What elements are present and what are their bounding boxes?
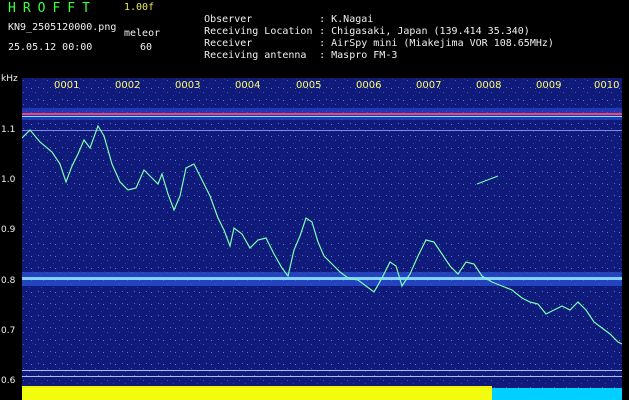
- x-tick-label: 0004: [235, 80, 261, 91]
- spectrogram-svg: [22, 78, 622, 400]
- lower-reference-line-2: [22, 376, 622, 377]
- top-carrier-band: [22, 108, 622, 120]
- x-tick-label: 0009: [536, 80, 562, 91]
- info-row-antenna: Receiving antenna: Maspro FM-3: [204, 50, 398, 61]
- bottom-yellow-strip: [22, 386, 492, 400]
- x-tick-label: 0003: [175, 80, 201, 91]
- unit-value: 60: [140, 42, 153, 53]
- info-label: Receiving antenna: [204, 50, 307, 61]
- filename-label: KN9_2505120000.png: [8, 22, 117, 33]
- x-tick-label: 0002: [115, 80, 141, 91]
- x-tick-label: 0010: [594, 80, 620, 91]
- datetime-label: 25.05.12 00:00: [8, 42, 93, 53]
- frequency-axis: kHz 1.1 1.0 0.9 0.8 0.7 0.6: [0, 74, 22, 400]
- spectrogram-plot[interactable]: [22, 78, 622, 400]
- y-axis-unit: kHz: [1, 74, 18, 84]
- x-tick-label: 0001: [54, 80, 80, 91]
- y-tick-label: 1.0: [1, 175, 16, 185]
- mid-band: [22, 272, 622, 286]
- y-tick-label: 0.6: [1, 376, 16, 386]
- x-tick-label: 0007: [416, 80, 442, 91]
- x-tick-label: 0006: [356, 80, 382, 91]
- version-label: 1.00f: [124, 2, 155, 13]
- lower-reference-line: [22, 370, 622, 371]
- y-tick-label: 1.1: [1, 125, 16, 135]
- reference-line: [22, 130, 622, 131]
- x-tick-label: 0008: [476, 80, 502, 91]
- y-tick-label: 0.8: [1, 276, 16, 286]
- y-tick-label: 0.7: [1, 326, 16, 336]
- app-title: HROFFT: [8, 1, 97, 16]
- x-tick-label: 0005: [296, 80, 322, 91]
- info-value: Maspro FM-3: [331, 50, 398, 61]
- bottom-cyan-strip: [502, 392, 622, 400]
- y-tick-label: 0.9: [1, 225, 16, 235]
- unit-label: meleor: [124, 28, 161, 39]
- noise-background: [22, 78, 622, 400]
